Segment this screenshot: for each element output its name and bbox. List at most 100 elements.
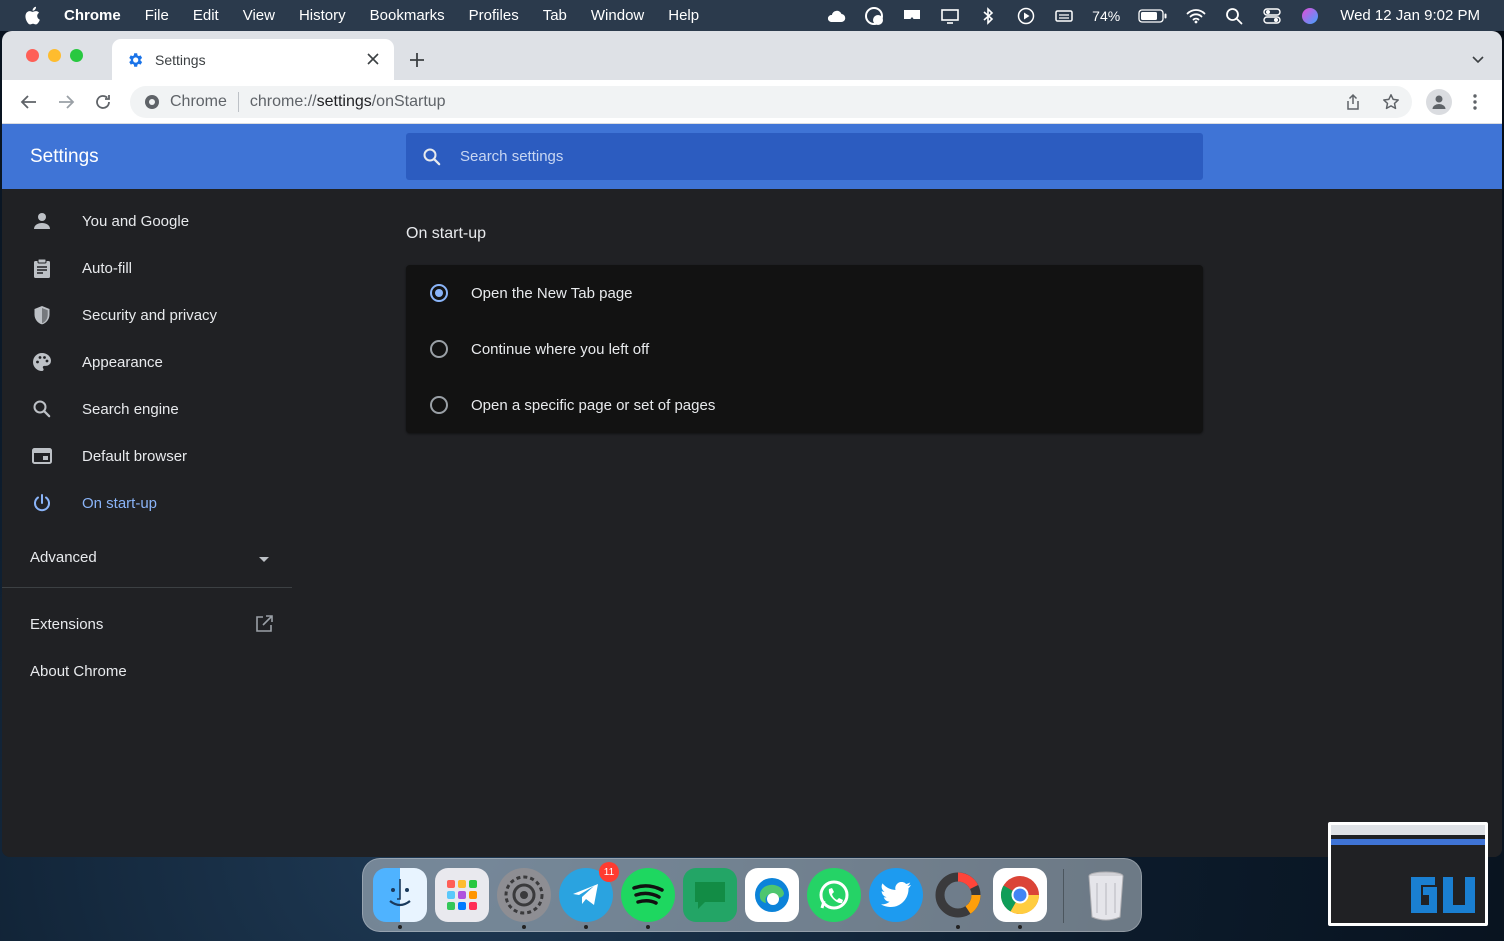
control-center-icon[interactable] [1262, 6, 1282, 26]
menu-view[interactable]: View [243, 7, 275, 24]
edge-icon[interactable] [745, 868, 799, 922]
sidebar-about-chrome[interactable]: About Chrome [30, 663, 127, 680]
macos-menu-bar: Chrome File Edit View History Bookmarks … [0, 0, 1504, 31]
battery-icon[interactable] [1138, 6, 1168, 26]
running-indicator [522, 925, 526, 929]
search-input[interactable] [460, 148, 1160, 165]
settings-header: Settings [2, 124, 1502, 189]
display-icon[interactable] [940, 6, 960, 26]
sidebar-item-label: On start-up [82, 494, 158, 512]
sidebar-extensions[interactable]: Extensions [30, 616, 103, 633]
menu-bookmarks[interactable]: Bookmarks [370, 7, 445, 24]
bookmark-star-icon[interactable] [1380, 91, 1402, 113]
chrome-icon[interactable] [993, 868, 1047, 922]
more-options-kebab-icon[interactable] [1464, 91, 1486, 113]
keyboard-input-icon[interactable] [1054, 6, 1074, 26]
radio-option-continue[interactable]: Continue where you left off [406, 321, 1203, 377]
tab-settings[interactable]: Settings [112, 39, 394, 80]
search-icon [31, 398, 53, 420]
radio-button[interactable] [430, 396, 448, 414]
notification-count-icon[interactable] [864, 6, 884, 26]
sidebar-item-auto-fill[interactable]: Auto-fill [2, 248, 292, 288]
thumbnail-header [1331, 839, 1485, 845]
browser-window-icon [31, 445, 53, 467]
sidebar-item-you-and-google[interactable]: You and Google [2, 201, 292, 241]
whatsapp-icon[interactable] [807, 868, 861, 922]
telegram-icon[interactable]: 11 [559, 862, 619, 922]
settings-search-box[interactable] [406, 133, 1203, 180]
share-icon[interactable] [1342, 91, 1364, 113]
clipboard-icon [31, 257, 53, 279]
menu-bar-status-area: 74% Wed 12 Jan 9:02 PM [826, 0, 1480, 31]
page-title: Settings [30, 146, 99, 167]
power-icon [31, 492, 53, 514]
startup-options-card: Open the New Tab page Continue where you… [406, 265, 1203, 433]
running-indicator [584, 925, 588, 929]
bluetooth-icon[interactable] [978, 6, 998, 26]
sidebar-item-label: Auto-fill [82, 259, 133, 277]
forward-arrow-icon[interactable] [55, 91, 77, 113]
screen-mirror-icon[interactable] [902, 6, 922, 26]
sidebar-item-search-engine[interactable]: Search engine [2, 389, 292, 429]
caret-down-icon[interactable] [258, 553, 270, 565]
close-tab-icon[interactable] [364, 50, 382, 68]
spotify-icon[interactable] [621, 868, 675, 922]
spotlight-search-icon[interactable] [1224, 6, 1244, 26]
omnibox-actions [1342, 91, 1402, 113]
menu-tab[interactable]: Tab [543, 7, 567, 24]
activity-icon[interactable] [931, 868, 985, 922]
menu-window[interactable]: Window [591, 7, 644, 24]
tab-search-chevron-down-icon[interactable] [1470, 51, 1486, 67]
sidebar-item-label: Default browser [82, 447, 188, 465]
radio-button-checked[interactable] [430, 284, 448, 302]
finder-icon[interactable] [373, 868, 427, 922]
reload-icon[interactable] [92, 91, 114, 113]
menu-chrome[interactable]: Chrome [64, 7, 121, 24]
sidebar-item-default-browser[interactable]: Default browser [2, 436, 292, 476]
running-indicator [1018, 925, 1022, 929]
system-preferences-icon[interactable] [497, 868, 551, 922]
chrome-site-icon[interactable] [144, 94, 160, 110]
play-icon[interactable] [1016, 6, 1036, 26]
clock[interactable]: Wed 12 Jan 9:02 PM [1340, 7, 1480, 24]
sidebar-item-security-and-privacy[interactable]: Security and privacy [2, 295, 292, 335]
radio-option-new-tab[interactable]: Open the New Tab page [406, 265, 1203, 321]
chrome-window: Settings Chrome chrome://settings /onSta… [2, 31, 1502, 857]
messages-icon[interactable] [683, 868, 737, 922]
settings-body: You and Google Auto-fill Security and pr… [2, 189, 1502, 857]
launchpad-icon[interactable] [435, 868, 489, 922]
window-controls [26, 49, 83, 62]
menu-profiles[interactable]: Profiles [469, 7, 519, 24]
close-window-button[interactable] [26, 49, 39, 62]
siri-icon[interactable] [1300, 6, 1320, 26]
menu-help[interactable]: Help [668, 7, 699, 24]
url-host: settings [316, 93, 372, 110]
cloud-icon[interactable] [826, 6, 846, 26]
site-name: Chrome [170, 93, 227, 110]
back-arrow-icon[interactable] [18, 91, 40, 113]
fullscreen-window-button[interactable] [70, 49, 83, 62]
url-scheme: chrome:// [249, 93, 317, 110]
wifi-icon[interactable] [1186, 6, 1206, 26]
radio-label: Open the New Tab page [471, 284, 633, 302]
thumbnail-tabstrip [1331, 825, 1485, 835]
radio-option-specific-pages[interactable]: Open a specific page or set of pages [406, 377, 1203, 433]
sidebar-item-on-start-up[interactable]: On start-up [2, 483, 292, 523]
trash-icon[interactable] [1079, 868, 1133, 922]
external-link-icon[interactable] [254, 614, 276, 636]
menu-file[interactable]: File [145, 7, 169, 24]
sidebar-advanced[interactable]: Advanced [30, 549, 97, 566]
menu-edit[interactable]: Edit [193, 7, 219, 24]
profile-avatar-icon[interactable] [1426, 89, 1452, 115]
new-tab-plus-icon[interactable] [406, 49, 428, 71]
sidebar-item-appearance[interactable]: Appearance [2, 342, 292, 382]
radio-label: Open a specific page or set of pages [471, 396, 716, 414]
address-bar[interactable]: Chrome chrome://settings/onStartup [130, 86, 1412, 118]
radio-button[interactable] [430, 340, 448, 358]
minimize-window-button[interactable] [48, 49, 61, 62]
screenshot-thumbnail[interactable] [1328, 822, 1488, 926]
twitter-icon[interactable] [869, 868, 923, 922]
menu-history[interactable]: History [299, 7, 346, 24]
apple-menu-icon[interactable] [24, 6, 46, 25]
gear-icon [126, 51, 144, 69]
